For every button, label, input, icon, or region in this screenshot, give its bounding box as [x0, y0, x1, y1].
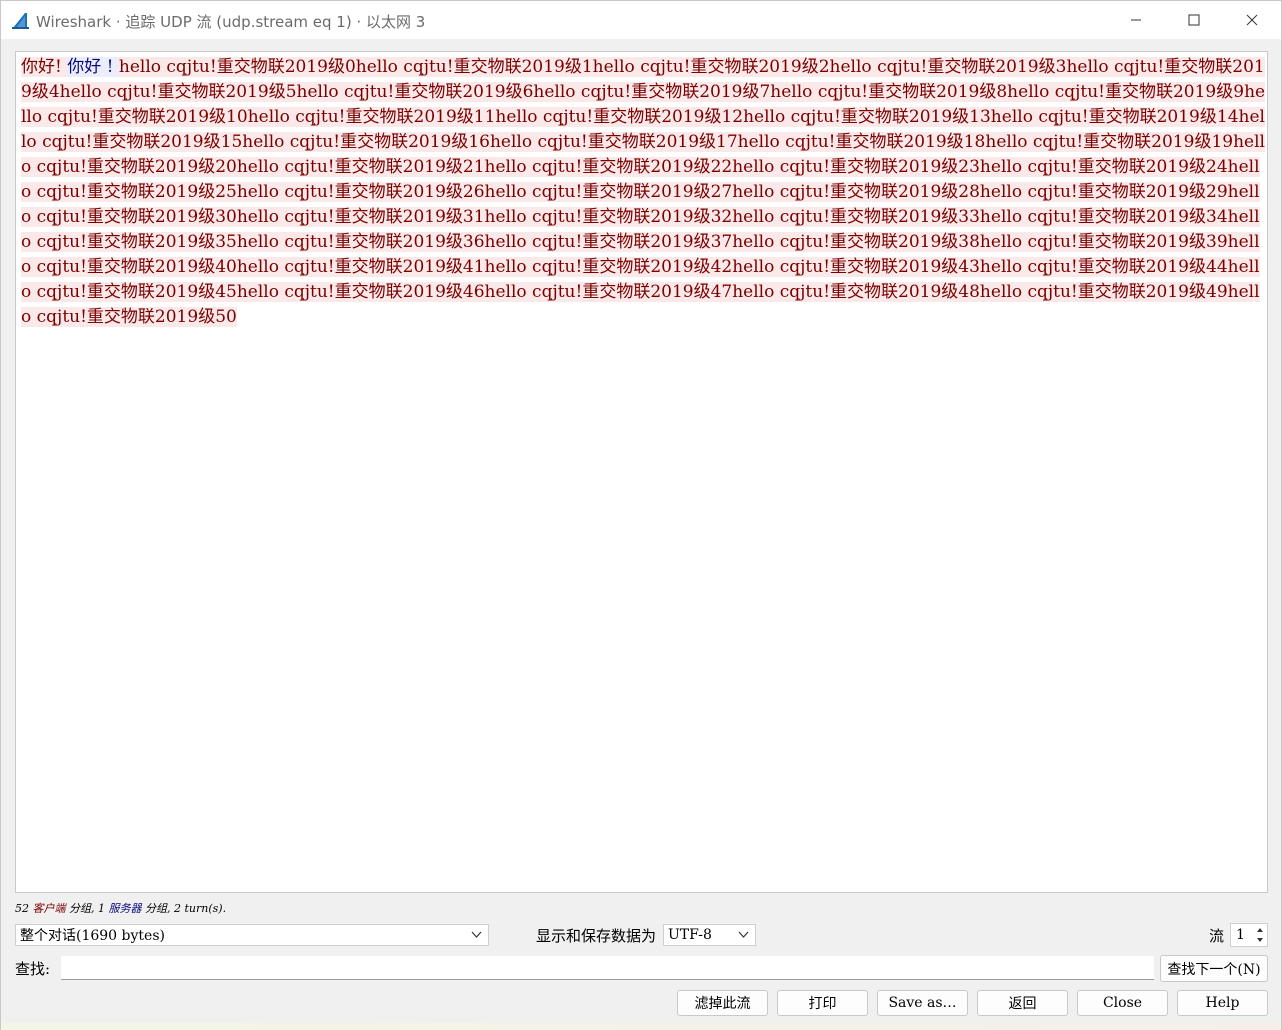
find-label: 查找:	[15, 960, 51, 978]
client-segment: 你好!	[21, 57, 68, 77]
spin-up-icon[interactable]	[1254, 925, 1266, 935]
filter-out-stream-button[interactable]: 滤掉此流	[677, 990, 768, 1016]
print-button[interactable]: 打印	[777, 990, 868, 1016]
stream-number-label: 流	[1209, 927, 1225, 945]
client-label: 客户端	[32, 902, 66, 915]
conversation-select[interactable]: 整个对话(1690 bytes)	[15, 924, 489, 946]
stream-number-spinbox[interactable]: 1	[1230, 923, 1268, 947]
close-icon	[1246, 14, 1258, 26]
server-packet-count: 1	[98, 902, 105, 915]
chevron-down-icon	[738, 931, 749, 938]
client-packet-count: 52	[15, 902, 29, 915]
bottom-strip	[1, 1023, 1281, 1030]
show-save-label: 显示和保存数据为	[536, 927, 657, 945]
close-button[interactable]: Close	[1077, 990, 1168, 1016]
server-label: 服务器	[108, 902, 142, 915]
minimize-button[interactable]	[1107, 1, 1165, 39]
server-segment: 你好 !	[67, 57, 119, 77]
conversation-select-value: 整个对话(1690 bytes)	[20, 928, 165, 944]
stream-number-value: 1	[1236, 927, 1245, 943]
client-segment: hello cqjtu!重交物联2019级0hello cqjtu!重交物联20…	[21, 57, 1266, 327]
spin-down-icon[interactable]	[1254, 935, 1266, 945]
chevron-down-icon	[471, 931, 482, 938]
stream-content-pane[interactable]: 你好! 你好 ! hello cqjtu!重交物联2019级0hello cqj…	[15, 51, 1268, 893]
wireshark-fin-icon	[12, 13, 29, 29]
find-next-button[interactable]: 查找下一个(N)	[1160, 955, 1268, 982]
title-bar: Wireshark · 追踪 UDP 流 (udp.stream eq 1) ·…	[1, 1, 1281, 39]
save-as-button[interactable]: Save as…	[877, 990, 968, 1016]
follow-stream-window: Wireshark · 追踪 UDP 流 (udp.stream eq 1) ·…	[0, 0, 1282, 1030]
help-button[interactable]: Help	[1177, 990, 1268, 1016]
client-suffix: 分组,	[69, 902, 95, 915]
turn-count: 2 turn(s).	[174, 902, 227, 915]
server-suffix: 分组,	[145, 902, 171, 915]
find-input[interactable]	[61, 956, 1154, 980]
maximize-icon	[1188, 14, 1200, 26]
encoding-select-value: UTF-8	[668, 927, 712, 943]
close-window-button[interactable]	[1223, 1, 1281, 39]
window-title: Wireshark · 追踪 UDP 流 (udp.stream eq 1) ·…	[36, 13, 426, 31]
maximize-button[interactable]	[1165, 1, 1223, 39]
minimize-icon	[1131, 19, 1141, 21]
back-button[interactable]: 返回	[977, 990, 1068, 1016]
stream-text: 你好! 你好 ! hello cqjtu!重交物联2019级0hello cqj…	[21, 55, 1266, 330]
encoding-select[interactable]: UTF-8	[663, 924, 756, 946]
stream-summary: 52 客户端 分组, 1 服务器 分组, 2 turn(s).	[15, 900, 226, 916]
